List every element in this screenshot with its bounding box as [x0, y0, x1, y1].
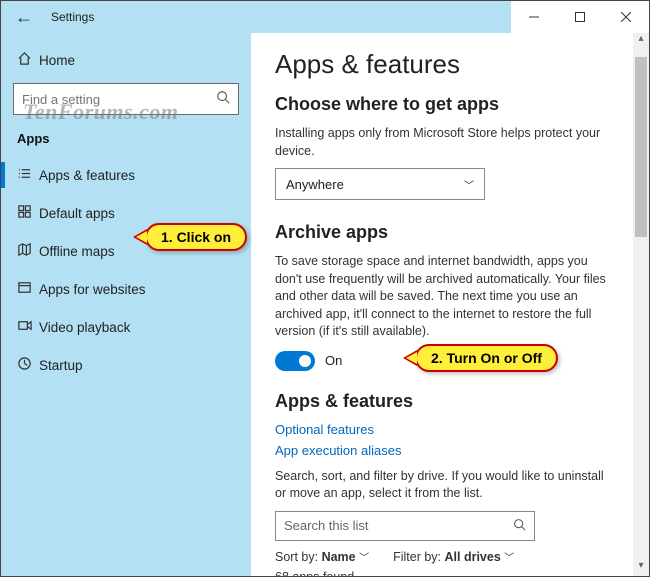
sidebar-item-label: Offline maps [39, 244, 115, 259]
sidebar-item-video-playback[interactable]: Video playback [1, 308, 251, 346]
search-icon [216, 90, 230, 109]
sidebar-item-label: Startup [39, 358, 83, 373]
scrollbar-thumb[interactable] [635, 57, 647, 237]
sidebar-item-label: Video playback [39, 320, 130, 335]
filter-by[interactable]: Filter by: All drives ﹀ [393, 549, 514, 564]
sort-by[interactable]: Sort by: Name ﹀ [275, 549, 369, 564]
back-button[interactable]: ← [1, 7, 47, 28]
close-button[interactable] [603, 1, 649, 33]
toggle-label: On [325, 353, 342, 368]
content-wrap: Apps & features Choose where to get apps… [251, 33, 649, 576]
sidebar-item-apps-for-websites[interactable]: Apps for websites [1, 270, 251, 308]
search-icon [513, 518, 526, 534]
link-icon [17, 280, 39, 299]
app-source-dropdown[interactable]: Anywhere ﹀ [275, 168, 485, 200]
dropdown-value: Anywhere [286, 177, 344, 192]
annotation-text-1: 1. Click on [161, 229, 231, 245]
sidebar-home-label: Home [39, 53, 75, 68]
search-input[interactable] [22, 92, 216, 107]
archive-desc: To save storage space and internet bandw… [275, 253, 609, 341]
home-icon [17, 51, 39, 70]
app-list-search[interactable]: Search this list [275, 511, 535, 541]
sidebar-home[interactable]: Home [1, 41, 251, 79]
app-count: 68 apps found [275, 570, 609, 577]
maximize-button[interactable] [557, 1, 603, 33]
chevron-down-icon: ﹀ [359, 553, 369, 564]
link-optional-features[interactable]: Optional features [275, 422, 609, 437]
annotation-callout-1: 1. Click on [145, 223, 247, 251]
annotation-text-2: 2. Turn On or Off [431, 350, 542, 366]
content: Apps & features Choose where to get apps… [251, 33, 633, 576]
chevron-down-icon: ﹀ [504, 553, 514, 564]
app-list-search-placeholder: Search this list [284, 518, 369, 533]
window-title: Settings [47, 10, 94, 24]
sidebar-item-startup[interactable]: Startup [1, 346, 251, 384]
window-controls [511, 1, 649, 33]
toggle-knob [299, 355, 311, 367]
sidebar: Home Apps Apps & features [1, 33, 251, 576]
section-choose-header: Choose where to get apps [275, 94, 609, 115]
chevron-down-icon: ﹀ [464, 177, 474, 192]
sidebar-search[interactable] [13, 83, 239, 115]
sidebar-item-label: Default apps [39, 206, 115, 221]
section-archive-header: Archive apps [275, 222, 609, 243]
link-app-execution-aliases[interactable]: App execution aliases [275, 443, 609, 458]
defaults-icon [17, 204, 39, 223]
settings-window: ← Settings Home [0, 0, 650, 577]
close-icon [621, 12, 631, 22]
annotation-callout-2: 2. Turn On or Off [415, 344, 558, 372]
startup-icon [17, 356, 39, 375]
minimize-icon [529, 12, 539, 22]
scroll-up-icon[interactable]: ▴ [633, 33, 649, 49]
sidebar-item-apps-features[interactable]: Apps & features [1, 156, 251, 194]
sidebar-search-wrap [1, 79, 251, 125]
window-body: Home Apps Apps & features [1, 33, 649, 576]
choose-desc: Installing apps only from Microsoft Stor… [275, 125, 609, 160]
archive-toggle[interactable] [275, 351, 315, 371]
sidebar-item-label: Apps & features [39, 168, 135, 183]
page-title: Apps & features [275, 49, 609, 80]
archive-toggle-row: On 2. Turn On or Off [275, 351, 609, 371]
scroll-down-icon[interactable]: ▾ [633, 560, 649, 576]
af-desc: Search, sort, and filter by drive. If yo… [275, 468, 609, 503]
list-icon [17, 166, 39, 185]
maximize-icon [575, 12, 585, 22]
sidebar-category: Apps [1, 125, 251, 148]
section-af-header: Apps & features [275, 391, 609, 412]
minimize-button[interactable] [511, 1, 557, 33]
sort-filter-row: Sort by: Name ﹀ Filter by: All drives ﹀ [275, 549, 609, 564]
sidebar-item-label: Apps for websites [39, 282, 146, 297]
scrollbar[interactable]: ▴ ▾ [633, 33, 649, 576]
titlebar: ← Settings [1, 1, 649, 33]
video-icon [17, 318, 39, 337]
map-icon [17, 242, 39, 261]
